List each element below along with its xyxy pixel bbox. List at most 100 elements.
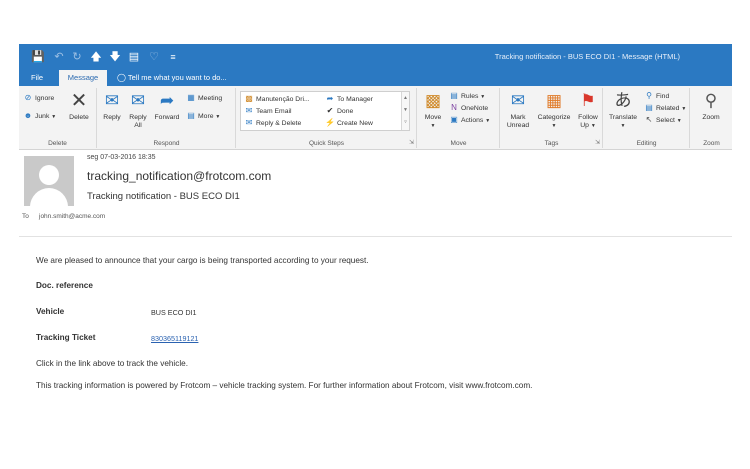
vehicle-value: BUS ECO DI1 (151, 308, 197, 317)
reply-button[interactable]: ✉ Reply (100, 91, 124, 122)
print-preview-icon[interactable]: ▤ (127, 49, 141, 65)
zoom-group-label: Zoom (703, 140, 720, 147)
quick-step-label: To Manager (337, 96, 373, 103)
recipient-address[interactable]: john.smith@acme.com (39, 213, 105, 220)
reply-all-label-1: Reply (129, 114, 147, 121)
select-label: Select (656, 117, 675, 124)
zoom-group: ⚲ Zoom Zoom (691, 88, 732, 148)
tab-file[interactable]: File (25, 70, 49, 86)
to-label: To (22, 213, 29, 220)
categorize-label: Categorize (537, 114, 571, 121)
respond-group-label: Respond (153, 140, 180, 147)
ignore-button[interactable]: ⊘ Ignore (23, 92, 55, 104)
select-button[interactable]: ↖ Select ▼ (644, 114, 682, 127)
title-bar: 💾 ↶ ↻ 🡅 🡇 ▤ ♡ ≡ Tracking notification - … (19, 44, 732, 70)
outlook-message-window: 💾 ↶ ↻ 🡅 🡇 ▤ ♡ ≡ Tracking notification - … (19, 44, 732, 469)
ignore-label: Ignore (35, 95, 55, 102)
down-arrow-icon[interactable]: 🡇 (108, 49, 122, 65)
mark-unread-icon: ✉ (510, 91, 526, 110)
zoom-button[interactable]: ⚲ Zoom (695, 91, 727, 122)
quick-step-manutencao[interactable]: ▩ Manutenção Dri... (244, 93, 310, 105)
customize-icon[interactable]: ≡ (166, 49, 180, 65)
translate-label: Translate (608, 114, 638, 121)
quick-steps-launcher-icon[interactable]: ⇲ (409, 139, 414, 146)
flag-icon: ⚑ (580, 91, 596, 110)
find-button[interactable]: ⚲ Find (644, 90, 669, 102)
avatar (24, 156, 74, 206)
checkmark-icon: ✔ (326, 106, 334, 115)
translate-icon: あ (614, 91, 632, 110)
actions-label: Actions (461, 117, 484, 124)
quick-step-label: Team Email (256, 108, 292, 115)
actions-button[interactable]: ▣ Actions ▼ (449, 114, 490, 127)
meeting-icon: ▦ (187, 93, 195, 102)
doc-reference-label: Doc. reference (36, 281, 93, 290)
ignore-icon: ⊘ (24, 93, 32, 102)
translate-button[interactable]: あ Translate ▼ (606, 91, 640, 130)
respond-group: ✉ Reply ✉ Reply All ➦ Forward ▦ Meeting ▤ More… (98, 88, 236, 148)
tag-icon[interactable]: ♡ (147, 49, 161, 65)
ribbon: ⊘ Ignore ☻ Junk ▼ ✕ Delete Delete ✉ Reply ✉ R… (19, 86, 732, 150)
quick-step-reply-delete[interactable]: ✉ Reply & Delete (244, 117, 302, 129)
junk-label: Junk (35, 113, 50, 120)
more-icon: ▤ (187, 111, 195, 120)
forward-button[interactable]: ➦ Forward (152, 91, 182, 122)
follow-up-button[interactable]: ⚑ Follow Up ▼ (575, 91, 601, 130)
rules-label: Rules (461, 93, 479, 100)
quick-step-label: Reply & Delete (256, 120, 302, 127)
quick-step-team-email[interactable]: ✉ Team Email (244, 105, 292, 117)
tracking-ticket-link[interactable]: 830365119121 (151, 334, 198, 343)
save-icon[interactable]: 💾 (31, 49, 45, 65)
vehicle-row: Vehicle BUS ECO DI1 (36, 307, 336, 317)
rules-icon: ▤ (450, 91, 458, 100)
junk-button[interactable]: ☻ Junk ▼ (23, 110, 56, 123)
onenote-button[interactable]: N OneNote (449, 102, 488, 114)
delete-button[interactable]: ✕ Delete (65, 91, 93, 122)
move-group: ▩ Move ▼ ▤ Rules ▼ N OneNote ▣ Actions ▼ Move (418, 88, 500, 148)
tell-me-search[interactable]: ◯ Tell me what you want to do... (111, 70, 233, 86)
quick-step-label: Manutenção Dri... (256, 96, 310, 103)
email-icon: ✉ (245, 106, 253, 115)
lightning-icon: ⚡ (325, 118, 335, 127)
click-instruction-text: Click in the link above to track the veh… (36, 359, 188, 368)
quick-step-to-manager[interactable]: ➦ To Manager (325, 93, 373, 105)
message-header: seg 07-03-2016 18:35 tracking_notificati… (19, 151, 732, 237)
quick-step-done[interactable]: ✔ Done (325, 105, 354, 117)
mark-unread-button[interactable]: ✉ Mark Unread (503, 91, 533, 130)
delete-icon: ✕ (70, 90, 88, 112)
reply-delete-icon: ✉ (245, 118, 253, 127)
quick-step-create-new[interactable]: ⚡ Create New (325, 117, 373, 129)
follow-up-label-1: Follow (578, 114, 598, 121)
mark-unread-label-2: Unread (506, 122, 530, 129)
reply-all-label-2: All (134, 122, 142, 129)
move-label: Move (424, 114, 442, 121)
tags-group: ✉ Mark Unread ▦ Categorize ▼ ⚑ Follow Up ▼ Tag… (501, 88, 603, 148)
editing-group: あ Translate ▼ ⚲ Find ▤ Related ▼ ↖ Select ▼ E… (604, 88, 690, 148)
tab-message[interactable]: Message (59, 70, 107, 86)
related-icon: ▤ (645, 103, 653, 112)
more-respond-button[interactable]: ▤ More ▼ (186, 110, 220, 123)
reply-all-icon: ✉ (130, 91, 146, 110)
tags-group-label: Tags (544, 140, 559, 147)
delete-group-label: Delete (48, 140, 67, 147)
meeting-label: Meeting (198, 95, 223, 102)
up-arrow-icon[interactable]: 🡅 (89, 49, 103, 65)
tags-launcher-icon[interactable]: ⇲ (595, 139, 600, 146)
meeting-button[interactable]: ▦ Meeting (186, 92, 222, 104)
avatar-head (39, 165, 59, 185)
sender-address[interactable]: tracking_notification@frotcom.com (87, 169, 271, 183)
lightbulb-icon: ◯ (117, 73, 126, 82)
undo-icon[interactable]: ↶ (52, 49, 66, 65)
quick-steps-group-label: Quick Steps (308, 140, 345, 147)
reply-all-button[interactable]: ✉ Reply All (126, 91, 150, 130)
redo-icon[interactable]: ↻ (70, 49, 84, 65)
quick-steps-gallery: ▩ Manutenção Dri... ✉ Team Email ✉ Reply & … (240, 91, 410, 131)
categorize-button[interactable]: ▦ Categorize ▼ (534, 91, 574, 130)
find-label: Find (656, 93, 670, 100)
move-button[interactable]: ▩ Move ▼ (420, 91, 446, 130)
magnifier-icon: ⚲ (704, 91, 718, 110)
quick-steps-scroll[interactable]: ▲ ▼ ▿ (401, 92, 409, 130)
intro-text: We are pleased to announce that your car… (36, 256, 369, 265)
ribbon-tabs: File Message ◯ Tell me what you want to … (19, 70, 732, 86)
reply-label: Reply (103, 114, 121, 121)
